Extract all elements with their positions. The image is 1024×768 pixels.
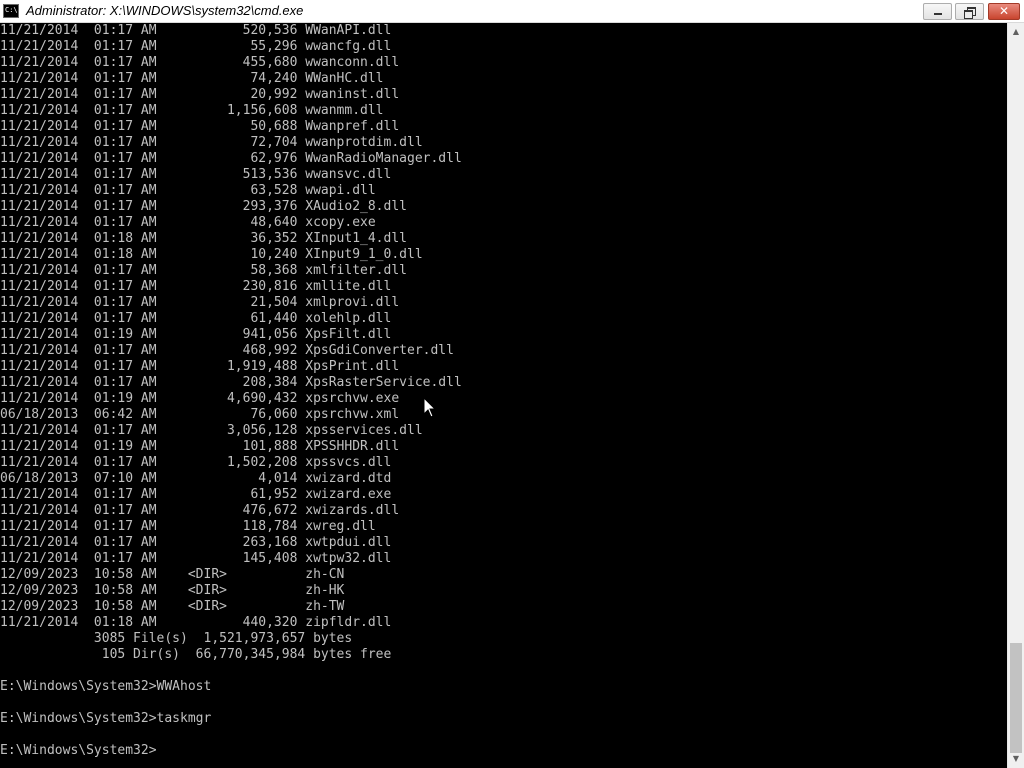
- console-line: 11/21/2014 01:17 AM 62,976 WwanRadioMana…: [0, 151, 462, 166]
- console-line: 11/21/2014 01:17 AM 520,536 WWanAPI.dll: [0, 23, 392, 38]
- console-line: 11/21/2014 01:17 AM 55,296 wwancfg.dll: [0, 39, 392, 54]
- console-line: 11/21/2014 01:17 AM 230,816 xmllite.dll: [0, 279, 392, 294]
- console-line: 11/21/2014 01:17 AM 293,376 XAudio2_8.dl…: [0, 199, 407, 214]
- console-line: 11/21/2014 01:17 AM 1,919,488 XpsPrint.d…: [0, 359, 400, 374]
- console-line: 11/21/2014 01:17 AM 476,672 xwizards.dll: [0, 503, 400, 518]
- console-line: 11/21/2014 01:17 AM 1,502,208 xpssvcs.dl…: [0, 455, 392, 470]
- console-line: 11/21/2014 01:18 AM 10,240 XInput9_1_0.d…: [0, 247, 423, 262]
- console-line: 11/21/2014 01:17 AM 50,688 Wwanpref.dll: [0, 119, 400, 134]
- console-line: 11/21/2014 01:17 AM 468,992 XpsGdiConver…: [0, 343, 454, 358]
- console-line: 11/21/2014 01:17 AM 513,536 wwansvc.dll: [0, 167, 392, 182]
- minimize-button[interactable]: [923, 3, 952, 20]
- console-output[interactable]: 11/21/2014 01:17 AM 520,536 WWanAPI.dll 1…: [0, 23, 1007, 768]
- console-line: 11/21/2014 01:17 AM 145,408 xwtpw32.dll: [0, 551, 392, 566]
- console-line: 11/21/2014 01:17 AM 72,704 wwanprotdim.d…: [0, 135, 423, 150]
- console-line: E:\Windows\System32>taskmgr: [0, 711, 212, 726]
- window-title: Administrator: X:\WINDOWS\system32\cmd.e…: [26, 3, 304, 18]
- maximize-button[interactable]: [955, 3, 984, 20]
- console-line: 11/21/2014 01:17 AM 58,368 xmlfilter.dll: [0, 263, 407, 278]
- close-button[interactable]: ✕: [988, 3, 1020, 20]
- console-line: 11/21/2014 01:17 AM 208,384 XpsRasterSer…: [0, 375, 462, 390]
- console-line: 06/18/2013 07:10 AM 4,014 xwizard.dtd: [0, 471, 392, 486]
- console-line: 11/21/2014 01:17 AM 48,640 xcopy.exe: [0, 215, 376, 230]
- mouse-pointer-icon: [424, 398, 436, 418]
- scroll-up-icon[interactable]: ▲: [1008, 23, 1024, 40]
- console-line: 11/21/2014 01:18 AM 36,352 XInput1_4.dll: [0, 231, 407, 246]
- console-line: 11/21/2014 01:17 AM 263,168 xwtpdui.dll: [0, 535, 392, 550]
- console-line: 11/21/2014 01:18 AM 440,320 zipfldr.dll: [0, 615, 392, 630]
- console-line: 11/21/2014 01:19 AM 4,690,432 xpsrchvw.e…: [0, 391, 400, 406]
- restore-icon-front: [964, 10, 973, 19]
- console-line: 12/09/2023 10:58 AM <DIR> zh-TW: [0, 599, 345, 614]
- cmd-app-icon[interactable]: C:\: [3, 4, 19, 18]
- console-line: 11/21/2014 01:17 AM 1,156,608 wwanmm.dll: [0, 103, 384, 118]
- scroll-thumb[interactable]: [1010, 643, 1022, 753]
- vertical-scrollbar[interactable]: ▲ ▼: [1007, 23, 1024, 768]
- minimize-icon: [934, 13, 942, 15]
- console-line: 11/21/2014 01:17 AM 20,992 wwaninst.dll: [0, 87, 400, 102]
- console-line: 11/21/2014 01:17 AM 61,952 xwizard.exe: [0, 487, 392, 502]
- console-line: 3085 File(s) 1,521,973,657 bytes: [0, 631, 353, 646]
- console-line: 12/09/2023 10:58 AM <DIR> zh-CN: [0, 567, 345, 582]
- console-line: 11/21/2014 01:17 AM 61,440 xolehlp.dll: [0, 311, 392, 326]
- console-line: 06/18/2013 06:42 AM 76,060 xpsrchvw.xml: [0, 407, 400, 422]
- console-line: 12/09/2023 10:58 AM <DIR> zh-HK: [0, 583, 345, 598]
- console-line: 105 Dir(s) 66,770,345,984 bytes free: [0, 647, 392, 662]
- console-line: 11/21/2014 01:17 AM 3,056,128 xpsservice…: [0, 423, 423, 438]
- console-line: 11/21/2014 01:19 AM 941,056 XpsFilt.dll: [0, 327, 392, 342]
- scroll-down-icon[interactable]: ▼: [1008, 750, 1024, 767]
- console-line: E:\Windows\System32>: [0, 743, 157, 758]
- close-icon: ✕: [998, 4, 1010, 18]
- console-line: E:\Windows\System32>WWAhost: [0, 679, 212, 694]
- console-line: 11/21/2014 01:19 AM 101,888 XPSSHHDR.dll: [0, 439, 400, 454]
- cmd-window: C:\ Administrator: X:\WINDOWS\system32\c…: [0, 0, 1024, 768]
- console-line: 11/21/2014 01:17 AM 63,528 wwapi.dll: [0, 183, 376, 198]
- title-bar[interactable]: C:\ Administrator: X:\WINDOWS\system32\c…: [0, 0, 1024, 23]
- console-line: 11/21/2014 01:17 AM 21,504 xmlprovi.dll: [0, 295, 400, 310]
- console-line: 11/21/2014 01:17 AM 455,680 wwanconn.dll: [0, 55, 400, 70]
- console-line: 11/21/2014 01:17 AM 74,240 WWanHC.dll: [0, 71, 384, 86]
- console-line: 11/21/2014 01:17 AM 118,784 xwreg.dll: [0, 519, 376, 534]
